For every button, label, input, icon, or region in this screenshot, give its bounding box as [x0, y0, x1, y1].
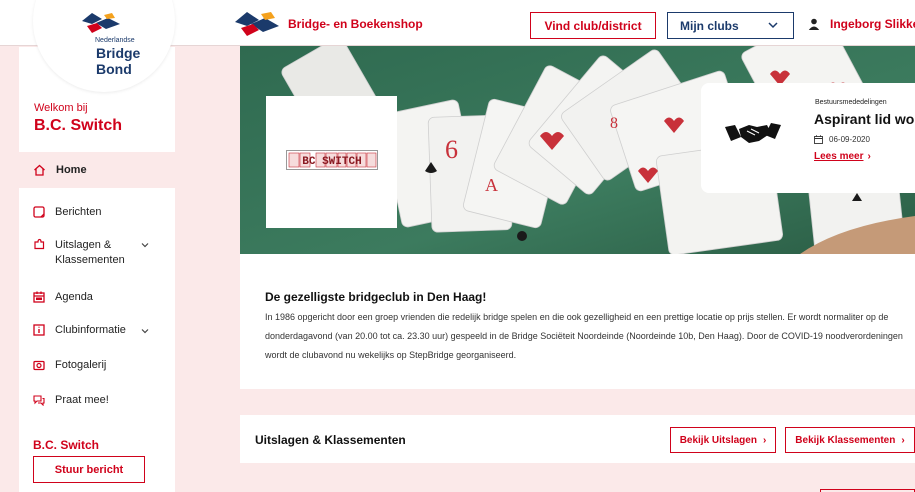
user-name: Ingeborg Slikker [830, 17, 915, 31]
results-card: Uitslagen & Klassementen Bekijk Uitslage… [240, 415, 915, 463]
sidebar-item-praat-mee[interactable]: Praat mee! [33, 394, 109, 406]
logo-title: Bridge Bond [96, 45, 141, 77]
shop-link[interactable]: Bridge- en Boekenshop [288, 17, 423, 31]
news-date: 06-09-2020 [814, 135, 870, 144]
svg-text:8: 8 [610, 115, 618, 132]
view-rankings-label: Bekijk Klassementen [795, 434, 896, 446]
news-title[interactable]: Aspirant lid word. [814, 111, 915, 127]
calendar-icon [33, 291, 45, 303]
read-more-label: Lees meer [814, 151, 864, 162]
chevron-right-icon: › [867, 151, 871, 162]
sidebar-item-label: Uitslagen & [55, 239, 112, 251]
find-club-button[interactable]: Vind club/district [530, 12, 656, 39]
puzzle-icon [34, 238, 45, 250]
info-icon [33, 324, 45, 336]
view-rankings-button[interactable]: Bekijk Klassementen › [785, 427, 915, 453]
sidebar-club-name: B.C. Switch [33, 438, 100, 452]
sidebar-item-label: Fotogalerij [55, 359, 107, 371]
send-message-button[interactable]: Stuur bericht [33, 456, 145, 483]
intro-text: In 1986 opgericht door een groep vriende… [265, 312, 903, 360]
sidebar-item-home[interactable]: Home [19, 156, 175, 184]
sidebar-item-label: Berichten [55, 206, 102, 218]
chat-icon [33, 395, 45, 406]
find-club-label: Vind club/district [544, 18, 642, 33]
sidebar-item-fotogalerij[interactable]: Fotogalerij [33, 359, 106, 371]
club-logo-text: BC SWITCH [302, 156, 361, 168]
chevron-down-icon[interactable] [141, 241, 149, 249]
user-menu[interactable]: Ingeborg Slikker [808, 17, 915, 31]
view-results-label: Bekijk Uitslagen [679, 434, 757, 446]
chevron-right-icon: › [762, 434, 767, 446]
chevron-right-icon: › [901, 434, 905, 446]
handshake-icon [725, 123, 781, 143]
welcome-label: Welkom bij [34, 102, 88, 114]
sidebar-item-label: Klassementen [55, 254, 125, 266]
my-clubs-select[interactable]: Mijn clubs [667, 12, 794, 39]
bridge-bond-logo-icon[interactable] [233, 10, 281, 38]
svg-text:6: 6 [445, 135, 458, 164]
club-logo-card: BC SWITCH [266, 96, 397, 228]
sidebar-item-berichten[interactable]: Berichten [33, 206, 101, 218]
sidebar-item-clubinformatie[interactable]: Clubinformatie [33, 324, 149, 336]
sidebar-item-label: Agenda [55, 291, 93, 303]
news-date-text: 06-09-2020 [829, 135, 870, 144]
svg-text:A: A [485, 175, 498, 195]
sidebar-item-uitslagen[interactable]: Uitslagen & Klassementen [33, 238, 149, 268]
club-logo: BC SWITCH [286, 150, 378, 170]
news-card[interactable]: Bestuursmededelingen Aspirant lid word. … [701, 83, 915, 193]
logo-subtitle: Nederlandse [95, 37, 135, 44]
user-icon [808, 18, 820, 30]
message-icon [33, 206, 45, 218]
results-title: Uitslagen & Klassementen [255, 433, 406, 447]
bridge-bond-mark-icon [82, 13, 120, 33]
chevron-down-icon[interactable] [141, 327, 149, 335]
sidebar-item-agenda[interactable]: Agenda [33, 291, 93, 303]
intro-title: De gezelligste bridgeclub in Den Haag! [265, 290, 487, 304]
camera-icon [33, 360, 45, 371]
home-label: Home [56, 164, 87, 176]
news-category: Bestuursmededelingen [815, 99, 887, 106]
send-message-label: Stuur bericht [54, 463, 124, 476]
sidebar-item-label: Clubinformatie [55, 324, 126, 336]
view-results-button[interactable]: Bekijk Uitslagen › [670, 427, 776, 453]
sidebar-item-label: Praat mee! [55, 394, 109, 406]
club-title: B.C. Switch [34, 117, 123, 134]
intro-card: De gezelligste bridgeclub in Den Haag! I… [240, 254, 915, 389]
chevron-down-icon [768, 22, 778, 29]
sidebar-nav: Berichten Uitslagen & Klassementen Agend… [19, 188, 175, 492]
my-clubs-label: Mijn clubs [680, 18, 739, 33]
read-more-link[interactable]: Lees meer › [814, 151, 871, 162]
calendar-icon [814, 135, 823, 144]
home-icon [34, 164, 45, 176]
